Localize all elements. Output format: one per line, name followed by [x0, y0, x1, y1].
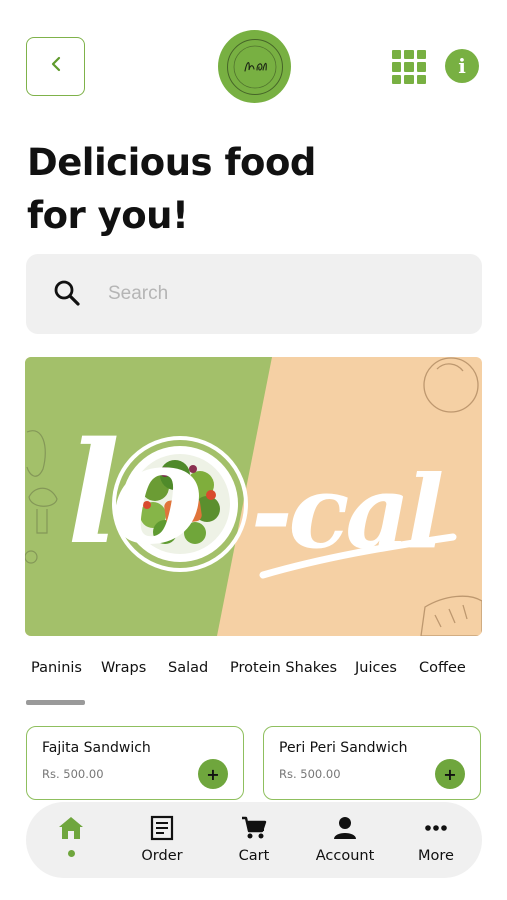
grid-cell — [392, 74, 402, 84]
back-button[interactable] — [26, 37, 85, 96]
grid-cell — [404, 62, 414, 72]
account-icon — [331, 814, 359, 842]
product-name: Peri Peri Sandwich — [279, 740, 408, 756]
add-to-cart-button[interactable]: + — [198, 759, 228, 789]
grid-cell — [392, 50, 402, 60]
nav-item-home[interactable] — [31, 814, 111, 857]
plus-icon: + — [443, 764, 457, 784]
top-bar: i — [0, 0, 507, 110]
logo-emblem — [233, 45, 276, 88]
nav-item-more[interactable]: More — [396, 814, 476, 864]
headline-line-2: for you! — [27, 194, 189, 237]
tab-paninis[interactable]: Paninis — [31, 660, 82, 676]
nav-label-order: Order — [141, 848, 183, 864]
tab-wraps[interactable]: Wraps — [101, 660, 146, 676]
headline-line-1: Delicious food — [27, 141, 316, 184]
logo-ring — [226, 38, 283, 95]
tab-salad[interactable]: Salad — [168, 660, 208, 676]
search-icon — [52, 278, 82, 308]
grid-cell — [404, 50, 414, 60]
page-title: Delicious food for you! — [27, 136, 427, 242]
info-glyph: i — [458, 54, 466, 78]
nav-item-cart[interactable]: Cart — [214, 814, 294, 864]
app-logo — [218, 30, 291, 103]
more-icon — [422, 814, 450, 842]
tab-coffee[interactable]: Coffee — [419, 660, 466, 676]
tab-juices[interactable]: Juices — [355, 660, 397, 676]
grid-cell — [416, 62, 426, 72]
banner-wordmark-part1: lo — [67, 412, 199, 576]
promo-banner[interactable]: lo -cal — [25, 357, 482, 636]
search-input[interactable] — [108, 278, 448, 310]
grid-cell — [404, 74, 414, 84]
tab-protein-shakes[interactable]: Protein Shakes — [230, 660, 337, 676]
grid-icon[interactable] — [392, 50, 426, 84]
chevron-left-icon — [49, 55, 63, 78]
active-nav-dot — [67, 850, 75, 857]
product-name: Fajita Sandwich — [42, 740, 151, 756]
banner-artwork: lo -cal — [25, 357, 482, 636]
bottom-nav: Order Cart Account More — [26, 802, 482, 878]
cart-icon — [240, 814, 268, 842]
plus-icon: + — [206, 764, 220, 784]
nav-item-account[interactable]: Account — [305, 814, 385, 864]
grid-cell — [392, 62, 402, 72]
grid-cell — [416, 74, 426, 84]
add-to-cart-button[interactable]: + — [435, 759, 465, 789]
nav-label-account: Account — [315, 848, 375, 864]
grid-cell — [416, 50, 426, 60]
product-price: Rs. 500.00 — [42, 767, 104, 781]
product-price: Rs. 500.00 — [279, 767, 341, 781]
home-icon — [57, 814, 85, 842]
category-tabs: Paninis Wraps Salad Protein Shakes Juice… — [0, 660, 507, 684]
nav-label-more: More — [418, 848, 454, 864]
active-tab-indicator — [26, 700, 85, 705]
product-card[interactable]: Peri Peri Sandwich Rs. 500.00 + — [263, 726, 481, 800]
info-icon[interactable]: i — [445, 49, 479, 83]
nav-item-order[interactable]: Order — [122, 814, 202, 864]
nav-label-cart: Cart — [238, 848, 270, 864]
order-icon — [148, 814, 176, 842]
product-card[interactable]: Fajita Sandwich Rs. 500.00 + — [26, 726, 244, 800]
